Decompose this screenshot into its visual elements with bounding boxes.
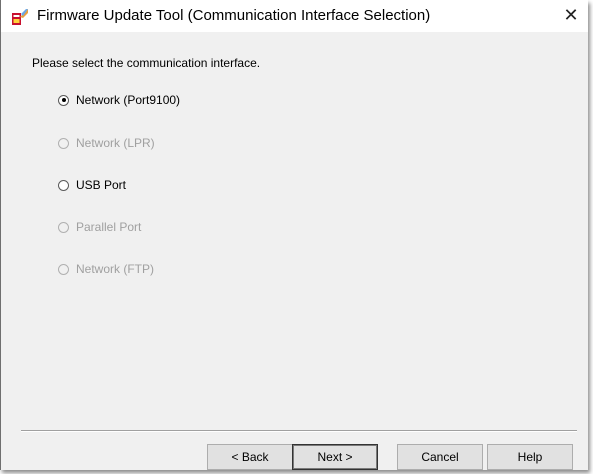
close-button[interactable]: ✕ (558, 3, 584, 27)
radio-parallel-port: Parallel Port (58, 219, 141, 235)
radio-label: Network (FTP) (76, 262, 154, 276)
radio-label: USB Port (76, 178, 127, 192)
radio-label: Parallel Port (76, 220, 142, 234)
radio-circle-icon[interactable] (58, 94, 69, 106)
help-button[interactable]: Help (487, 444, 573, 470)
instruction-label: Please select the communication interfac… (32, 56, 261, 70)
dialog-client-area: Please select the communication interfac… (1, 32, 588, 470)
cancel-button[interactable]: Cancel (397, 444, 483, 470)
radio-label: Network (LPR) (76, 136, 155, 150)
title-bar[interactable]: Firmware Update Tool (Communication Inte… (1, 0, 588, 32)
radio-circle-icon (58, 137, 69, 149)
back-button[interactable]: < Back (207, 444, 293, 470)
dialog-window: Firmware Update Tool (Communication Inte… (0, 0, 588, 470)
radio-network-lpr: Network (LPR) (58, 135, 155, 151)
next-button[interactable]: Next > (292, 444, 378, 470)
window-title: Firmware Update Tool (Communication Inte… (37, 7, 431, 24)
radio-circle-icon (58, 263, 69, 275)
radio-circle-icon (58, 221, 69, 233)
radio-circle-icon[interactable] (58, 179, 69, 191)
radio-network-port9100[interactable]: Network (Port9100) (58, 92, 180, 108)
firmware-update-app-icon (12, 9, 28, 25)
button-separator (21, 430, 577, 432)
radio-usb-port[interactable]: USB Port (58, 177, 126, 193)
radio-network-ftp: Network (FTP) (58, 261, 154, 277)
radio-label: Network (Port9100) (76, 93, 181, 107)
